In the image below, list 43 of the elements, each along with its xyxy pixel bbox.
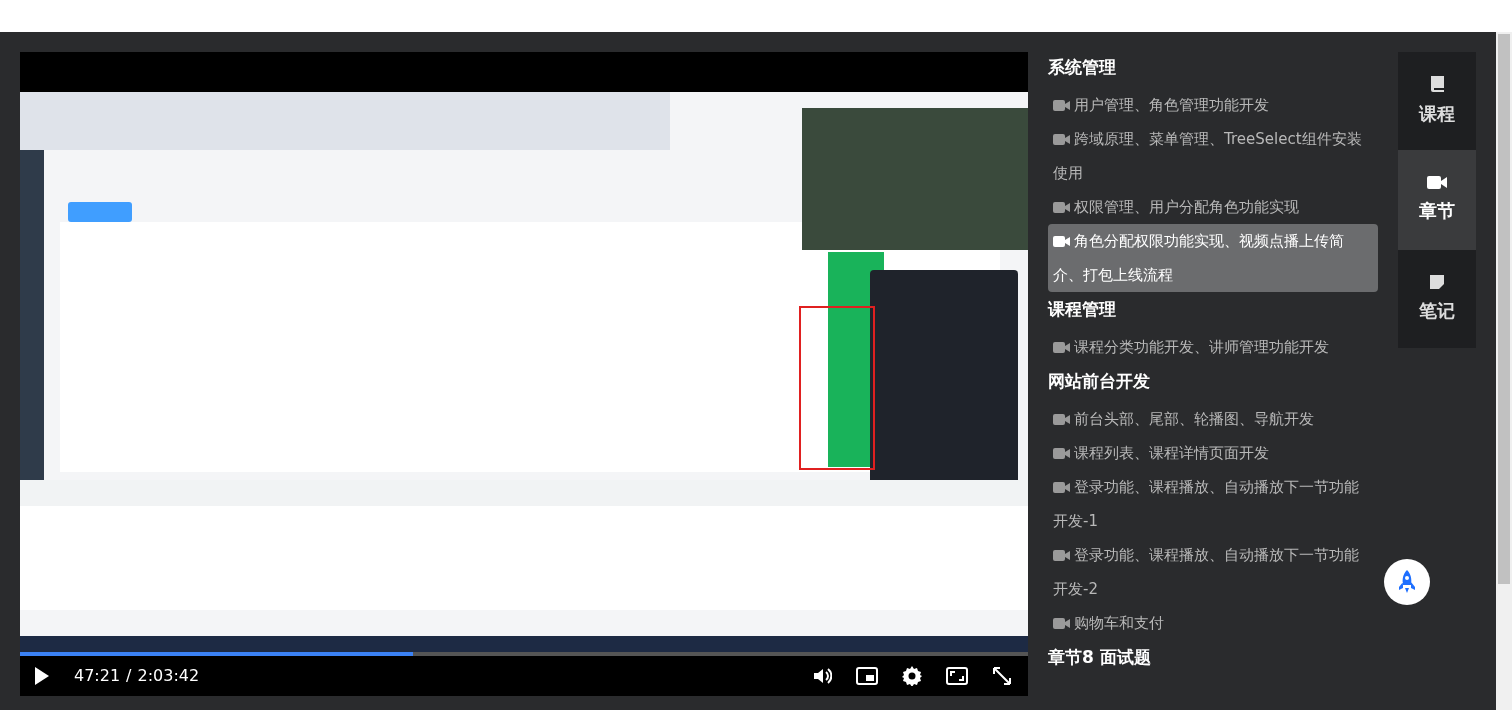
time-separator: / (126, 665, 132, 687)
chapter-title: 课程管理 (1048, 298, 1117, 321)
video-camera-icon (1053, 448, 1070, 459)
back-to-top-button[interactable] (1384, 559, 1430, 605)
play-icon (34, 666, 50, 686)
video-camera-icon (1053, 100, 1070, 111)
volume-icon[interactable] (812, 666, 832, 686)
duration: 2:03:42 (137, 665, 200, 687)
rocket-icon (1398, 570, 1416, 594)
side-tab[interactable]: 笔记 (1398, 250, 1476, 348)
progress-track[interactable] (20, 652, 1028, 656)
video-camera-icon (1053, 482, 1070, 493)
lesson-item[interactable]: 前台头部、尾部、轮播图、导航开发 (1048, 402, 1378, 436)
lesson-item[interactable]: 登录功能、课程播放、自动播放下一节功能开发-2 (1048, 538, 1378, 606)
video-camera-icon (1053, 236, 1070, 247)
lesson-item[interactable]: 课程列表、课程详情页面开发 (1048, 436, 1378, 470)
lesson-item[interactable]: 用户管理、角色管理功能开发 (1048, 88, 1378, 122)
book-icon (1430, 75, 1444, 92)
fullscreen-window-icon[interactable] (946, 667, 968, 685)
side-tab[interactable]: 章节 (1398, 150, 1476, 250)
video-camera-icon (1053, 550, 1070, 561)
lesson-item[interactable]: 角色分配权限功能实现、视频点播上传简介、打包上线流程 (1048, 224, 1378, 292)
lesson-item[interactable]: 权限管理、用户分配角色功能实现 (1048, 190, 1378, 224)
video-camera-icon (1053, 342, 1070, 353)
note-icon (1430, 274, 1444, 289)
lesson-item[interactable]: 购物车和支付 (1048, 606, 1378, 640)
side-tab[interactable]: 课程 (1398, 52, 1476, 150)
scrollbar-thumb[interactable] (1498, 34, 1510, 584)
chapter-title: 章节8 面试题 (1048, 646, 1152, 669)
expand-icon[interactable] (992, 666, 1012, 686)
lesson-item[interactable]: 课程分类功能开发、讲师管理功能开发 (1048, 330, 1378, 364)
video-camera-icon (1053, 618, 1070, 629)
lesson-item[interactable]: 跨域原理、菜单管理、TreeSelect组件安装使用 (1048, 122, 1378, 190)
chapter-title: 系统管理 (1048, 56, 1117, 79)
lesson-item[interactable]: 登录功能、课程播放、自动播放下一节功能开发-1 (1048, 470, 1378, 538)
picture-in-picture-icon[interactable] (856, 667, 878, 685)
current-time: 47:21 (74, 665, 121, 687)
chapter-title: 网站前台开发 (1048, 370, 1151, 393)
video-camera-icon (1053, 202, 1070, 213)
video-camera-icon (1053, 134, 1070, 145)
video-camera-icon (1427, 176, 1447, 189)
video-camera-icon (1053, 414, 1070, 425)
settings-icon[interactable] (902, 666, 922, 686)
